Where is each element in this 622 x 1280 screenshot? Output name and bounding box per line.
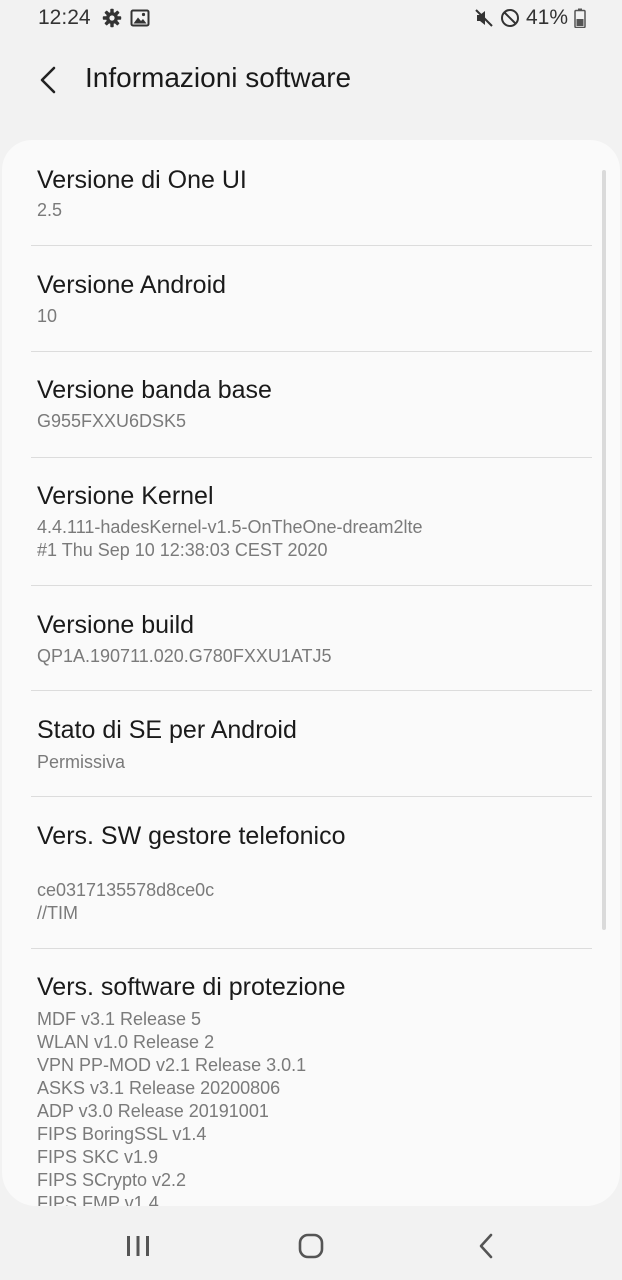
status-right: 41% — [474, 6, 586, 30]
item-value-line: //TIM — [37, 903, 78, 923]
item-value-line: WLAN v1.0 Release 2 — [37, 1032, 215, 1052]
item-value-line: #1 Thu Sep 10 12:38:03 CEST 2020 — [37, 540, 328, 560]
item-title: Versione Android — [37, 271, 227, 299]
page-title: Informazioni software — [85, 62, 352, 93]
item-title: Versione di One UI — [37, 166, 247, 194]
list-item-build-version[interactable]: Versione build QP1A.190711.020.G780FXXU1… — [2, 585, 620, 691]
item-value-line: ADP v3.0 Release 20191001 — [37, 1101, 269, 1121]
item-value-line: MDF v3.1 Release 5 — [37, 1009, 202, 1029]
navigation-bar — [0, 1210, 622, 1280]
list-item-baseband-version[interactable]: Versione banda base G955FXXU6DSK5 — [2, 351, 620, 457]
battery-icon — [574, 8, 586, 28]
gear-icon — [102, 8, 122, 28]
item-value: QP1A.190711.020.G780FXXU1ATJ5 — [37, 646, 332, 666]
item-value-line: 4.4.111-hadesKernel-v1.5-OnTheOne-dream2… — [37, 517, 423, 537]
item-value-line: FIPS SCrypto v2.2 — [37, 1170, 187, 1190]
list-item-carrier-sw-version[interactable]: Vers. SW gestore telefonico ce0317135578… — [2, 797, 620, 948]
content-card: Versione di One UI 2.5 Versione Android … — [2, 140, 620, 1206]
home-icon — [298, 1233, 324, 1259]
item-title: Versione build — [37, 611, 195, 639]
item-value-line: ce0317135578d8ce0c — [37, 880, 215, 900]
do-not-disturb-icon — [500, 8, 520, 28]
image-icon — [130, 8, 150, 28]
item-value: 2.5 — [37, 200, 63, 220]
item-title: Versione Kernel — [37, 482, 214, 510]
home-button[interactable] — [286, 1226, 336, 1266]
item-value-line: ASKS v3.1 Release 20200806 — [37, 1078, 281, 1098]
item-value-line: FIPS BoringSSL v1.4 — [37, 1124, 207, 1144]
back-icon — [479, 1233, 493, 1259]
item-title: Versione banda base — [37, 376, 272, 404]
item-value-line: FIPS FMP v1.4 — [37, 1193, 159, 1206]
item-value-line: VPN PP-MOD v2.1 Release 3.0.1 — [37, 1055, 307, 1075]
status-time: 12:24 — [38, 6, 91, 29]
item-value: Permissiva — [37, 752, 126, 772]
status-bar: 12:24 41% — [0, 0, 622, 36]
mute-icon — [474, 8, 494, 28]
back-arrow-icon — [40, 66, 56, 94]
list-item-se-android-status[interactable]: Stato di SE per Android Permissiva — [2, 691, 620, 797]
item-value: 10 — [37, 306, 58, 326]
list-item-kernel-version[interactable]: Versione Kernel 4.4.111-hadesKernel-v1.5… — [2, 457, 620, 585]
list-item-one-ui-version[interactable]: Versione di One UI 2.5 — [2, 140, 620, 246]
battery-percentage: 41% — [525, 6, 568, 29]
app-bar: Informazioni software — [0, 40, 622, 120]
item-title: Vers. SW gestore telefonico — [37, 822, 346, 850]
list-item-android-version[interactable]: Versione Android 10 — [2, 246, 620, 351]
item-value: G955FXXU6DSK5 — [37, 411, 187, 431]
back-button[interactable] — [30, 60, 66, 100]
item-value-line: FIPS SKC v1.9 — [37, 1147, 159, 1167]
recent-apps-icon — [127, 1236, 149, 1256]
item-title: Stato di SE per Android — [37, 716, 297, 744]
status-left-icons — [102, 8, 150, 28]
recent-apps-button[interactable] — [113, 1226, 163, 1266]
list-item-security-software-version[interactable]: Vers. software di protezione MDF v3.1 Re… — [2, 948, 620, 1206]
item-title: Vers. software di protezione — [37, 973, 346, 1001]
nav-back-button[interactable] — [461, 1226, 511, 1266]
